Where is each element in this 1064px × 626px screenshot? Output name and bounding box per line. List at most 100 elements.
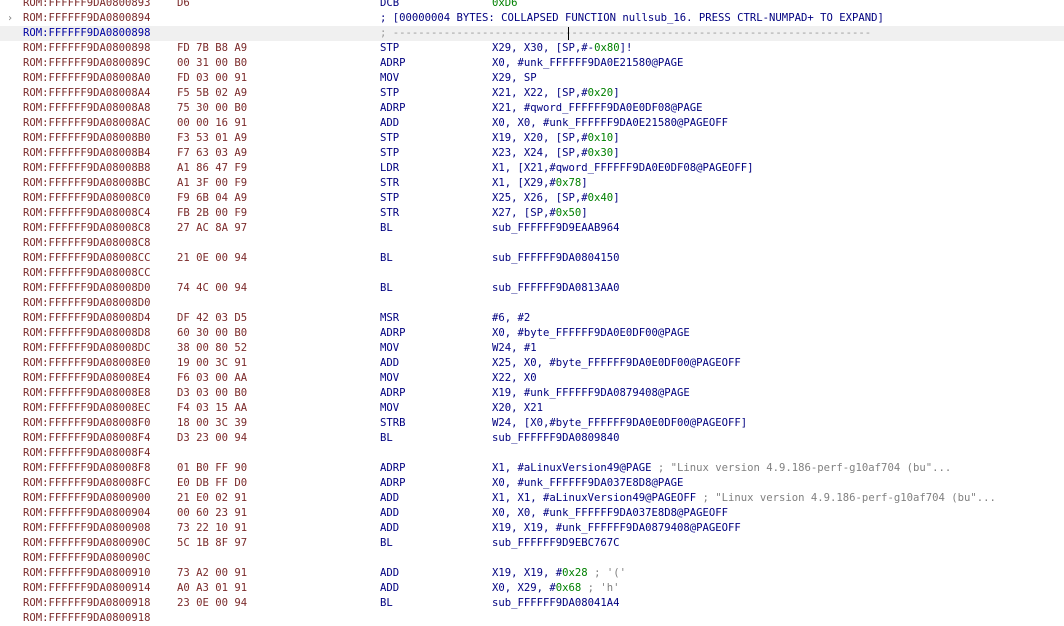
address-label[interactable]: ROM:FFFFFF9DA080090C	[23, 551, 151, 566]
listing-line[interactable]: ROM:FFFFFF9DA08008A4 F5 5B 02 A9 STP X21, X…	[0, 86, 1064, 101]
operand-text[interactable]: X19, #unk_FFFFFF9DA0879408@PAGE	[492, 387, 690, 399]
operand-text[interactable]: sub_FFFFFF9DA0804150	[492, 252, 620, 264]
operand-text[interactable]: X20, X21	[492, 402, 543, 414]
operand-text[interactable]: X0, #byte_FFFFFF9DA0E0DF00@PAGE	[492, 327, 690, 339]
instruction-operands[interactable]: X25, X0, #byte_FFFFFF9DA0E0DF00@PAGEOFF	[492, 356, 741, 371]
address-label[interactable]: ROM:FFFFFF9DA08008CC	[23, 251, 151, 266]
address-label[interactable]: ROM:FFFFFF9DA080089C	[23, 56, 151, 71]
operand-text[interactable]: ]	[581, 207, 587, 219]
disassembly-listing[interactable]: ROM:FFFFFF9DA0800893 D6 DCB 0xD6 › ROM:FFFFFF…	[0, 0, 1064, 626]
instruction-mnemonic[interactable]: ADRP	[380, 326, 406, 341]
numeric-operand[interactable]: 0x78	[556, 177, 582, 189]
operand-text[interactable]: sub_FFFFFF9DA0809840	[492, 432, 620, 444]
instruction-operands[interactable]: sub_FFFFFF9DA08041A4	[492, 596, 620, 611]
instruction-mnemonic[interactable]: ADD	[380, 491, 399, 506]
instruction-operands[interactable]: X29, X30, [SP,#-0x80]!	[492, 41, 632, 56]
address-label[interactable]: ROM:FFFFFF9DA08008A4	[23, 86, 151, 101]
operand-text[interactable]: ]	[613, 147, 619, 159]
listing-line[interactable]: ROM:FFFFFF9DA08008D0 74 4C 00 94 BL sub_FFF…	[0, 281, 1064, 296]
listing-line[interactable]: ROM:FFFFFF9DA0800898 FD 7B B8 A9 STP X29, X…	[0, 41, 1064, 56]
address-label[interactable]: ROM:FFFFFF9DA0800898	[23, 41, 151, 56]
numeric-operand[interactable]: 0xD6	[492, 0, 518, 9]
instruction-mnemonic[interactable]: STR	[380, 206, 399, 221]
operand-text[interactable]: W24, #1	[492, 342, 537, 354]
instruction-mnemonic[interactable]: BL	[380, 596, 393, 611]
operand-text[interactable]: ]	[613, 132, 619, 144]
instruction-mnemonic[interactable]: ADRP	[380, 56, 406, 71]
address-label[interactable]: ROM:FFFFFF9DA08008FC	[23, 476, 151, 491]
numeric-operand[interactable]: 0x68	[556, 582, 582, 594]
instruction-operands[interactable]: sub_FFFFFF9D9EBC767C	[492, 536, 620, 551]
listing-line[interactable]: ROM:FFFFFF9DA08008C4 FB 2B 00 F9 STR X27, […	[0, 206, 1064, 221]
collapse-arrow-icon[interactable]: ›	[7, 11, 13, 26]
instruction-mnemonic[interactable]: ADD	[380, 521, 399, 536]
address-label[interactable]: ROM:FFFFFF9DA08008DC	[23, 341, 151, 356]
instruction-mnemonic[interactable]: ADRP	[380, 476, 406, 491]
instruction-operands[interactable]: X21, #qword_FFFFFF9DA0E0DF08@PAGE	[492, 101, 702, 116]
operand-text[interactable]: sub_FFFFFF9D9EBC767C	[492, 537, 620, 549]
address-label[interactable]: ROM:FFFFFF9DA0800910	[23, 566, 151, 581]
instruction-operands[interactable]: X22, X0	[492, 371, 537, 386]
instruction-operands[interactable]: X0, #byte_FFFFFF9DA0E0DF00@PAGE	[492, 326, 690, 341]
listing-line[interactable]: ROM:FFFFFF9DA080090C	[0, 551, 1064, 566]
address-label[interactable]: ROM:FFFFFF9DA08008F4	[23, 431, 151, 446]
operand-text[interactable]: ]	[613, 192, 619, 204]
instruction-operands[interactable]: X27, [SP,#0x50]	[492, 206, 588, 221]
listing-line[interactable]: ROM:FFFFFF9DA0800908 73 22 10 91 ADD X19, X…	[0, 521, 1064, 536]
operand-text[interactable]: X0, X0, #unk_FFFFFF9DA037E8D8@PAGEOFF	[492, 507, 728, 519]
listing-line[interactable]: ROM:FFFFFF9DA08008AC 00 00 16 91 ADD X0, X0…	[0, 116, 1064, 131]
listing-line[interactable]: ROM:FFFFFF9DA08008B0 F3 53 01 A9 STP X19, X…	[0, 131, 1064, 146]
listing-line[interactable]: ROM:FFFFFF9DA08008FC E0 DB FF D0 ADRP X0, #…	[0, 476, 1064, 491]
instruction-mnemonic[interactable]: STP	[380, 41, 399, 56]
instruction-mnemonic[interactable]: ADD	[380, 506, 399, 521]
listing-line[interactable]: ROM:FFFFFF9DA080089C 00 31 00 B0 ADRP X0, #…	[0, 56, 1064, 71]
listing-line[interactable]: ROM:FFFFFF9DA080090C 5C 1B 8F 97 BL sub_FFF…	[0, 536, 1064, 551]
instruction-mnemonic[interactable]: ADRP	[380, 461, 406, 476]
instruction-operands[interactable]: W24, #1	[492, 341, 537, 356]
address-label[interactable]: ROM:FFFFFF9DA0800898	[23, 26, 151, 41]
listing-line[interactable]: ROM:FFFFFF9DA0800914 A0 A3 01 91 ADD X0, X2…	[0, 581, 1064, 596]
address-label[interactable]: ROM:FFFFFF9DA08008C0	[23, 191, 151, 206]
instruction-operands[interactable]: X19, X19, #unk_FFFFFF9DA0879408@PAGEOFF	[492, 521, 741, 536]
operand-text[interactable]: X27, [SP,#	[492, 207, 556, 219]
operand-text[interactable]: X21, X22, [SP,#	[492, 87, 588, 99]
instruction-mnemonic[interactable]: ADD	[380, 356, 399, 371]
instruction-mnemonic[interactable]: BL	[380, 281, 393, 296]
operand-text[interactable]: X1, [X29,#	[492, 177, 556, 189]
listing-line[interactable]: ROM:FFFFFF9DA08008B4 F7 63 03 A9 STP X23, X…	[0, 146, 1064, 161]
listing-line[interactable]: ROM:FFFFFF9DA08008D0	[0, 296, 1064, 311]
address-label[interactable]: ROM:FFFFFF9DA08008D4	[23, 311, 151, 326]
address-label[interactable]: ROM:FFFFFF9DA08008E0	[23, 356, 151, 371]
listing-line[interactable]: ROM:FFFFFF9DA0800893 D6 DCB 0xD6	[0, 0, 1064, 11]
instruction-operands[interactable]: #6, #2	[492, 311, 530, 326]
address-label[interactable]: ROM:FFFFFF9DA08008B4	[23, 146, 151, 161]
address-label[interactable]: ROM:FFFFFF9DA08008D8	[23, 326, 151, 341]
instruction-operands[interactable]: X1, [X21,#qword_FFFFFF9DA0E0DF08@PAGEOFF…	[492, 161, 754, 176]
listing-line[interactable]: ROM:FFFFFF9DA08008C8 27 AC 8A 97 BL sub_FFF…	[0, 221, 1064, 236]
address-label[interactable]: ROM:FFFFFF9DA0800914	[23, 581, 151, 596]
address-label[interactable]: ROM:FFFFFF9DA0800918	[23, 596, 151, 611]
instruction-mnemonic[interactable]: STR	[380, 176, 399, 191]
instruction-mnemonic[interactable]: BL	[380, 536, 393, 551]
operand-text[interactable]: X0, #unk_FFFFFF9DA0E21580@PAGE	[492, 57, 683, 69]
address-label[interactable]: ROM:FFFFFF9DA08008A0	[23, 71, 151, 86]
instruction-operands[interactable]: X0, X29, #0x68 ; 'h'	[492, 581, 620, 596]
instruction-operands[interactable]: X20, X21	[492, 401, 543, 416]
instruction-operands[interactable]: X21, X22, [SP,#0x20]	[492, 86, 620, 101]
listing-line[interactable]: ROM:FFFFFF9DA08008CC 21 0E 00 94 BL sub_FFF…	[0, 251, 1064, 266]
operand-text[interactable]: X23, X24, [SP,#	[492, 147, 588, 159]
instruction-mnemonic[interactable]: BL	[380, 251, 393, 266]
listing-line[interactable]: ROM:FFFFFF9DA08008DC 38 00 80 52 MOV W24, #…	[0, 341, 1064, 356]
listing-line[interactable]: ROM:FFFFFF9DA08008D4 DF 42 03 D5 MSR #6, #2	[0, 311, 1064, 326]
instruction-mnemonic[interactable]: BL	[380, 221, 393, 236]
address-label[interactable]: ROM:FFFFFF9DA0800918	[23, 611, 151, 626]
instruction-operands[interactable]: X29, SP	[492, 71, 537, 86]
instruction-operands[interactable]: sub_FFFFFF9DA0813AA0	[492, 281, 620, 296]
instruction-mnemonic[interactable]: DCB	[380, 0, 399, 11]
operand-text[interactable]: X29, X30, [SP,#-	[492, 42, 594, 54]
address-label[interactable]: ROM:FFFFFF9DA08008B8	[23, 161, 151, 176]
numeric-operand[interactable]: 0x10	[588, 132, 614, 144]
instruction-mnemonic[interactable]: ADRP	[380, 386, 406, 401]
operand-text[interactable]: sub_FFFFFF9DA08041A4	[492, 597, 620, 609]
listing-line[interactable]: ROM:FFFFFF9DA08008E4 F6 03 00 AA MOV X22, X…	[0, 371, 1064, 386]
